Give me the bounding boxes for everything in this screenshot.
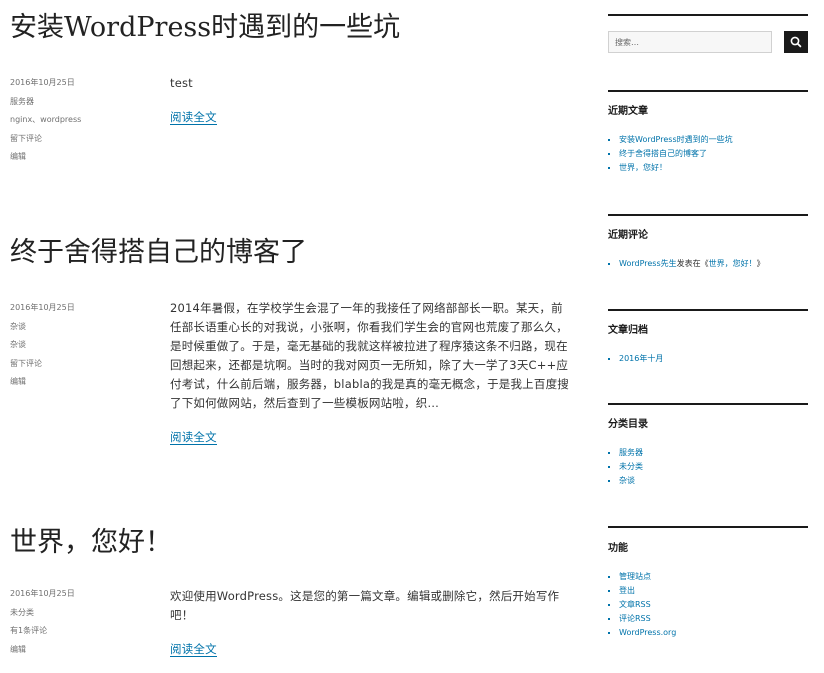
search-button[interactable]: [784, 31, 808, 53]
comment-close: 》: [756, 259, 765, 268]
archive-link[interactable]: 2016年十月: [619, 354, 663, 363]
list-item: WordPress先生发表在《世界，您好！》: [619, 257, 808, 271]
meta-link[interactable]: 评论RSS: [619, 614, 651, 623]
widget-title: 近期文章: [608, 106, 648, 117]
post-comments-link[interactable]: 有1条评论: [10, 626, 47, 635]
post-title-link[interactable]: 安装WordPress时遇到的一些坑: [10, 12, 580, 44]
read-more-link[interactable]: 阅读全文: [170, 431, 217, 445]
post-category-link[interactable]: 服务器: [10, 97, 34, 106]
list-item: 登出: [619, 584, 808, 598]
list-item: 世界，您好！: [619, 161, 808, 175]
list-item: 终于舍得搭自己的博客了: [619, 147, 808, 161]
widget-title: 近期评论: [608, 230, 648, 241]
post-category-link[interactable]: 杂谈: [10, 322, 26, 331]
search-input[interactable]: [608, 31, 772, 53]
recent-comments-widget: 近期评论 WordPress先生发表在《世界，您好！》: [608, 214, 808, 271]
post-date-link[interactable]: 2016年10月25日: [10, 78, 75, 87]
categories-list: 服务器 未分类 杂谈: [608, 446, 808, 488]
list-item: 2016年十月: [619, 352, 808, 366]
post-meta: 2016年10月25日 杂谈 杂谈 留下评论 编辑: [10, 299, 160, 392]
search-widget: [608, 14, 808, 66]
archives-list: 2016年十月: [608, 352, 808, 366]
meta-link[interactable]: 管理站点: [619, 572, 651, 581]
recent-post-link[interactable]: 世界，您好！: [619, 163, 667, 172]
post-excerpt-text: test: [170, 76, 193, 90]
recent-post-link[interactable]: 安装WordPress时遇到的一些坑: [619, 135, 733, 144]
recent-post-link[interactable]: 终于舍得搭自己的博客了: [619, 149, 707, 158]
post-article: 世界，您好！ 2016年10月25日 未分类 有1条评论 编辑 欢迎使用Word…: [10, 527, 580, 657]
post-excerpt: test 阅读全文: [170, 74, 574, 127]
comment-post-link[interactable]: 世界，您好！: [709, 259, 757, 268]
meta-link[interactable]: 登出: [619, 586, 635, 595]
categories-widget: 分类目录 服务器 未分类 杂谈: [608, 403, 808, 488]
meta-widget: 功能 管理站点 登出 文章RSS 评论RSS WordPress.org: [608, 526, 808, 640]
list-item: 管理站点: [619, 570, 808, 584]
post-date-link[interactable]: 2016年10月25日: [10, 589, 75, 598]
list-item: 杂谈: [619, 474, 808, 488]
post-category-link[interactable]: 未分类: [10, 608, 34, 617]
archives-widget: 文章归档 2016年十月: [608, 309, 808, 366]
recent-posts-widget: 近期文章 安装WordPress时遇到的一些坑 终于舍得搭自己的博客了 世界，您…: [608, 90, 808, 175]
category-link[interactable]: 服务器: [619, 448, 643, 457]
search-form: [608, 31, 808, 55]
meta-link[interactable]: 文章RSS: [619, 600, 651, 609]
search-icon: [790, 36, 802, 48]
post-meta: 2016年10月25日 服务器 nginx、wordpress 留下评论 编辑: [10, 74, 160, 167]
meta-link[interactable]: WordPress.org: [619, 628, 676, 637]
list-item: 安装WordPress时遇到的一些坑: [619, 133, 808, 147]
comment-author-link[interactable]: WordPress先生: [619, 259, 677, 268]
post-meta: 2016年10月25日 未分类 有1条评论 编辑: [10, 585, 160, 659]
post-excerpt: 2014年暑假，在学校学生会混了一年的我接任了网络部部长一职。某天，前任部长语重…: [170, 299, 574, 447]
recent-comments-list: WordPress先生发表在《世界，您好！》: [608, 257, 808, 271]
list-item: 评论RSS: [619, 612, 808, 626]
recent-posts-list: 安装WordPress时遇到的一些坑 终于舍得搭自己的博客了 世界，您好！: [608, 133, 808, 175]
post-excerpt-text: 欢迎使用WordPress。这是您的第一篇文章。编辑或删除它，然后开始写作吧！: [170, 589, 560, 622]
post-tags-link[interactable]: 杂谈: [10, 340, 26, 349]
post-excerpt: 欢迎使用WordPress。这是您的第一篇文章。编辑或删除它，然后开始写作吧！ …: [170, 587, 574, 659]
category-link[interactable]: 杂谈: [619, 476, 635, 485]
list-item: 未分类: [619, 460, 808, 474]
meta-list: 管理站点 登出 文章RSS 评论RSS WordPress.org: [608, 570, 808, 640]
post-excerpt-text: 2014年暑假，在学校学生会混了一年的我接任了网络部部长一职。某天，前任部长语重…: [170, 301, 569, 410]
post-date-link[interactable]: 2016年10月25日: [10, 303, 75, 312]
read-more-link[interactable]: 阅读全文: [170, 643, 217, 657]
post-article: 安装WordPress时遇到的一些坑 2016年10月25日 服务器 nginx…: [10, 12, 580, 161]
post-tags-link[interactable]: nginx、wordpress: [10, 115, 81, 124]
widget-title: 功能: [608, 543, 628, 554]
widget-title: 分类目录: [608, 419, 648, 430]
post-comments-link[interactable]: 留下评论: [10, 134, 42, 143]
comment-connector: 发表在《: [676, 259, 709, 268]
post-article: 终于舍得搭自己的博客了 2016年10月25日 杂谈 杂谈 留下评论 编辑 20…: [10, 237, 580, 445]
post-edit-link[interactable]: 编辑: [10, 152, 26, 161]
list-item: 服务器: [619, 446, 808, 460]
post-edit-link[interactable]: 编辑: [10, 377, 26, 386]
list-item: WordPress.org: [619, 626, 808, 640]
list-item: 文章RSS: [619, 598, 808, 612]
post-edit-link[interactable]: 编辑: [10, 645, 26, 654]
post-comments-link[interactable]: 留下评论: [10, 359, 42, 368]
widget-title: 文章归档: [608, 325, 648, 336]
category-link[interactable]: 未分类: [619, 462, 643, 471]
read-more-link[interactable]: 阅读全文: [170, 111, 217, 125]
post-title-link[interactable]: 世界，您好！: [10, 527, 580, 559]
post-title-link[interactable]: 终于舍得搭自己的博客了: [10, 237, 580, 269]
